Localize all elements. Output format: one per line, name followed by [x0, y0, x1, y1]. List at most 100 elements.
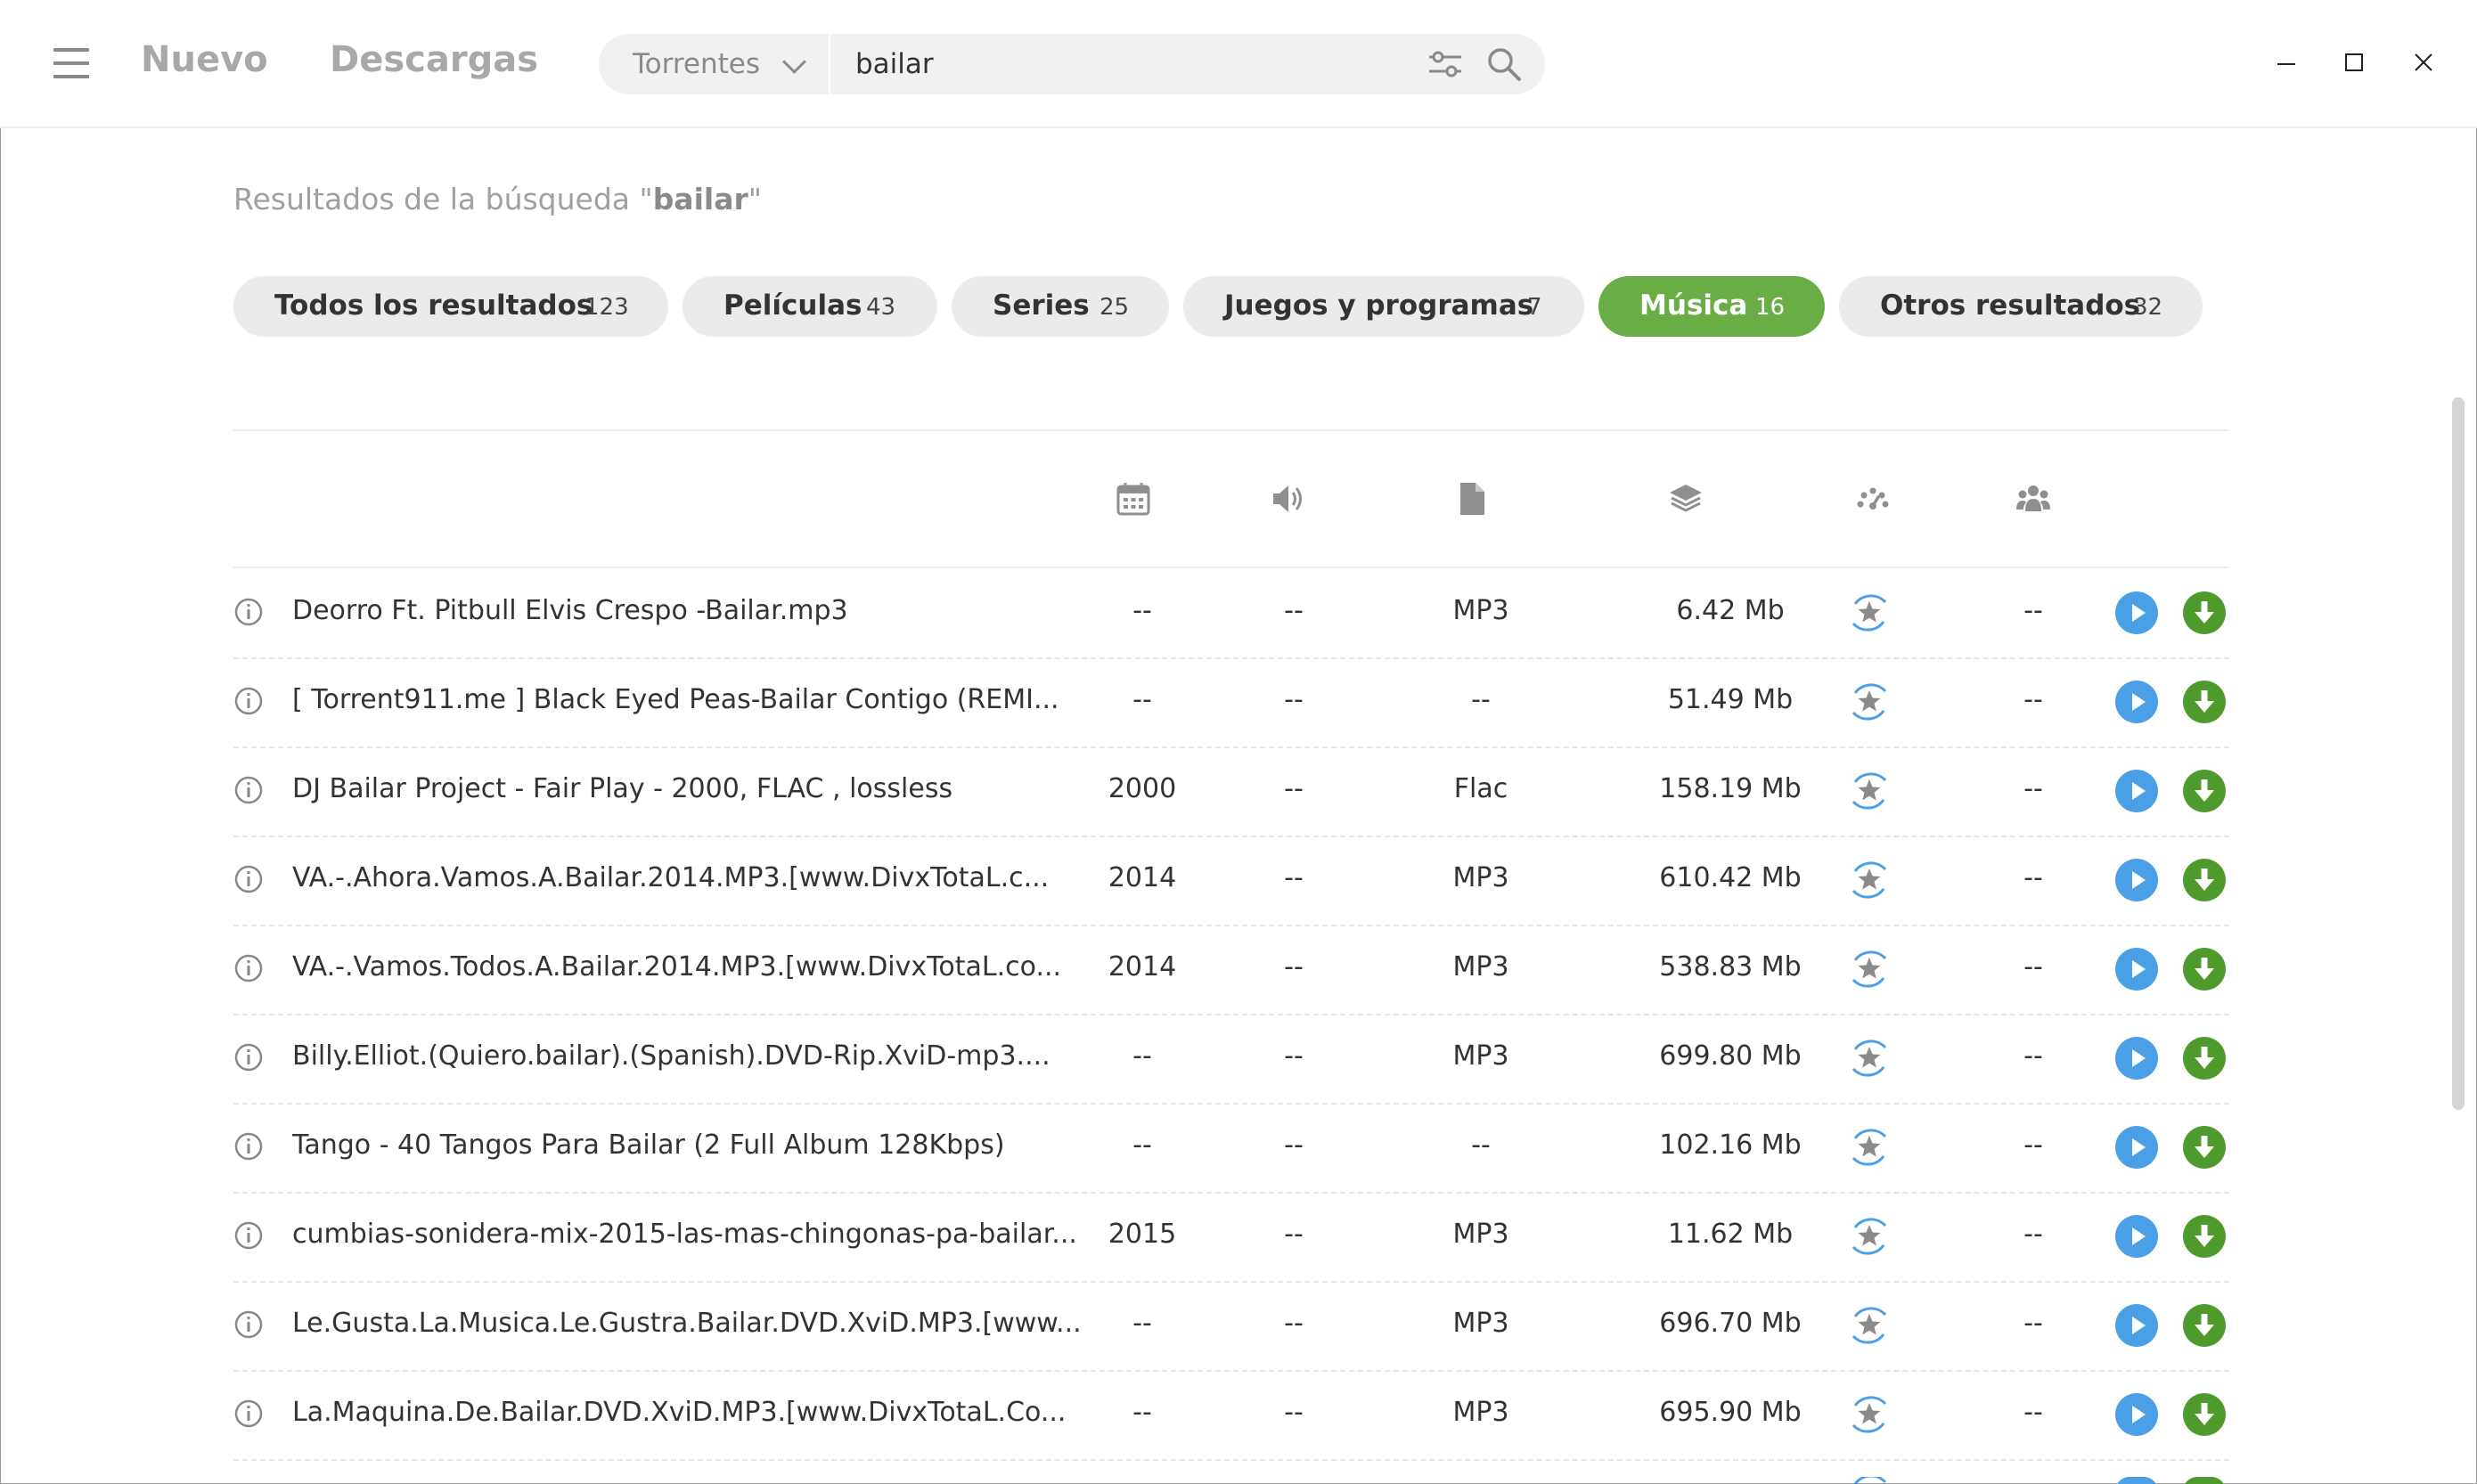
download-button[interactable] — [2183, 591, 2226, 634]
play-button[interactable] — [2115, 1126, 2158, 1169]
info-icon[interactable] — [233, 1131, 264, 1162]
result-peers: -- — [2023, 1397, 2043, 1428]
star-rating-icon[interactable] — [1846, 590, 1892, 636]
close-icon[interactable] — [2406, 45, 2441, 80]
download-button[interactable] — [2183, 1304, 2226, 1347]
star-rating-icon[interactable] — [1846, 946, 1892, 992]
play-button[interactable] — [2115, 1037, 2158, 1080]
play-button[interactable] — [2115, 1215, 2158, 1258]
table-row[interactable]: cumbias-sonidera-mix-2015-las-mas-chingo… — [233, 1192, 2229, 1283]
result-peers: -- — [2023, 1040, 2043, 1072]
result-audio: -- — [1284, 595, 1304, 626]
info-icon[interactable] — [233, 1220, 264, 1251]
search-icon[interactable] — [1486, 46, 1522, 82]
tab-label: Películas — [723, 289, 862, 322]
results-suffix: " — [748, 182, 762, 216]
info-icon[interactable] — [233, 1042, 264, 1072]
star-rating-icon[interactable] — [1846, 1035, 1892, 1081]
play-icon — [2132, 693, 2146, 711]
play-button[interactable] — [2115, 1304, 2158, 1347]
tab-music[interactable]: Música 16 — [1598, 276, 1825, 337]
star-rating-icon[interactable] — [1846, 768, 1892, 814]
table-row[interactable]: La.Maquina.De.Bailar.DVD.XviD.MP3.[www.D… — [233, 1370, 2229, 1461]
result-size: 696.70 Mb — [1659, 1308, 1802, 1339]
tab-all-results[interactable]: Todos los resultados 123 — [233, 276, 668, 337]
star-rating-icon[interactable] — [1846, 1124, 1892, 1170]
star-rating-icon[interactable] — [1846, 679, 1892, 725]
menu-icon[interactable] — [53, 48, 89, 80]
tab-games-programs[interactable]: Juegos y programas 7 — [1183, 276, 1584, 337]
play-button[interactable] — [2115, 591, 2158, 634]
table-row[interactable]: Deorro Ft. Pitbull Elvis Crespo -Bailar.… — [233, 568, 2229, 659]
search-category-dropdown[interactable]: Torrentes — [599, 34, 830, 94]
result-audio: -- — [1284, 773, 1304, 804]
star-rating-icon[interactable] — [1846, 1213, 1892, 1260]
download-button[interactable] — [2183, 948, 2226, 991]
maximize-icon[interactable] — [2336, 45, 2372, 80]
table-row[interactable]: VA.-.Vamos.Todos.A.Bailar.2014.MP3.[www.… — [233, 925, 2229, 1015]
play-icon — [2132, 960, 2146, 978]
result-audio: -- — [1284, 684, 1304, 715]
star-rating-icon — [1853, 1477, 1887, 1484]
result-size: 699.80 Mb — [1659, 1040, 1802, 1072]
minimize-icon[interactable] — [2269, 45, 2304, 80]
star-rating-icon[interactable] — [1846, 857, 1892, 903]
tab-label: Música — [1639, 289, 1748, 322]
download-button[interactable] — [2183, 770, 2226, 812]
table-row[interactable]: [ Torrent911.me ] Black Eyed Peas-Bailar… — [233, 657, 2229, 748]
tab-other-results[interactable]: Otros resultados 32 — [1839, 276, 2203, 337]
filter-sliders-icon[interactable] — [1427, 48, 1463, 80]
play-icon — [2132, 604, 2146, 622]
table-row-partial — [233, 1477, 2229, 1484]
result-format: MP3 — [1452, 1397, 1509, 1428]
info-icon[interactable] — [233, 775, 264, 805]
download-button[interactable] — [2183, 1037, 2226, 1080]
info-icon[interactable] — [233, 686, 264, 716]
table-row[interactable]: Le.Gusta.La.Musica.Le.Gustra.Bailar.DVD.… — [233, 1281, 2229, 1372]
result-format: MP3 — [1452, 951, 1509, 983]
table-row[interactable]: Billy.Elliot.(Quiero.bailar).(Spanish).D… — [233, 1014, 2229, 1105]
download-button[interactable] — [2183, 1393, 2226, 1436]
info-icon[interactable] — [233, 597, 264, 627]
download-button[interactable] — [2183, 681, 2226, 723]
tab-series[interactable]: Series 25 — [952, 276, 1169, 337]
info-icon[interactable] — [233, 953, 264, 983]
info-icon[interactable] — [233, 864, 264, 894]
result-size: 102.16 Mb — [1659, 1129, 1802, 1161]
result-audio: -- — [1284, 862, 1304, 893]
download-arrow-icon — [2195, 958, 2214, 980]
download-arrow-icon — [2195, 1403, 2214, 1425]
table-row[interactable]: Tango - 40 Tangos Para Bailar (2 Full Al… — [233, 1103, 2229, 1194]
nav-downloads[interactable]: Descargas — [330, 39, 538, 80]
play-button[interactable] — [2115, 948, 2158, 991]
table-row[interactable]: VA.-.Ahora.Vamos.A.Bailar.2014.MP3.[www.… — [233, 836, 2229, 926]
search-input[interactable] — [855, 41, 1390, 87]
play-button[interactable] — [2115, 770, 2158, 812]
tab-count: 16 — [1755, 294, 1786, 321]
play-button[interactable] — [2115, 1393, 2158, 1436]
tab-movies[interactable]: Películas 43 — [683, 276, 937, 337]
play-button[interactable] — [2115, 681, 2158, 723]
scrollbar-thumb[interactable] — [2452, 397, 2465, 1110]
result-format: MP3 — [1452, 1308, 1509, 1339]
play-icon — [2132, 1049, 2146, 1067]
info-icon[interactable] — [233, 1398, 264, 1429]
tab-count: 25 — [1100, 294, 1130, 321]
nav-new[interactable]: Nuevo — [141, 39, 268, 80]
download-button[interactable] — [2183, 1215, 2226, 1258]
result-audio: -- — [1284, 951, 1304, 983]
star-rating-icon[interactable] — [1846, 1302, 1892, 1349]
info-icon[interactable] — [233, 1309, 264, 1340]
table-row[interactable]: DJ Bailar Project - Fair Play - 2000, FL… — [233, 746, 2229, 837]
play-button[interactable] — [2115, 859, 2158, 901]
play-button[interactable] — [2115, 1477, 2158, 1484]
result-audio: -- — [1284, 1219, 1304, 1250]
download-button[interactable] — [2183, 1477, 2226, 1484]
download-button[interactable] — [2183, 1126, 2226, 1169]
result-format: -- — [1471, 684, 1491, 715]
star-rating-icon[interactable] — [1846, 1391, 1892, 1438]
download-button[interactable] — [2183, 859, 2226, 901]
tab-label: Juegos y programas — [1224, 289, 1534, 322]
play-icon — [2132, 1317, 2146, 1334]
speaker-icon — [1273, 485, 1302, 512]
